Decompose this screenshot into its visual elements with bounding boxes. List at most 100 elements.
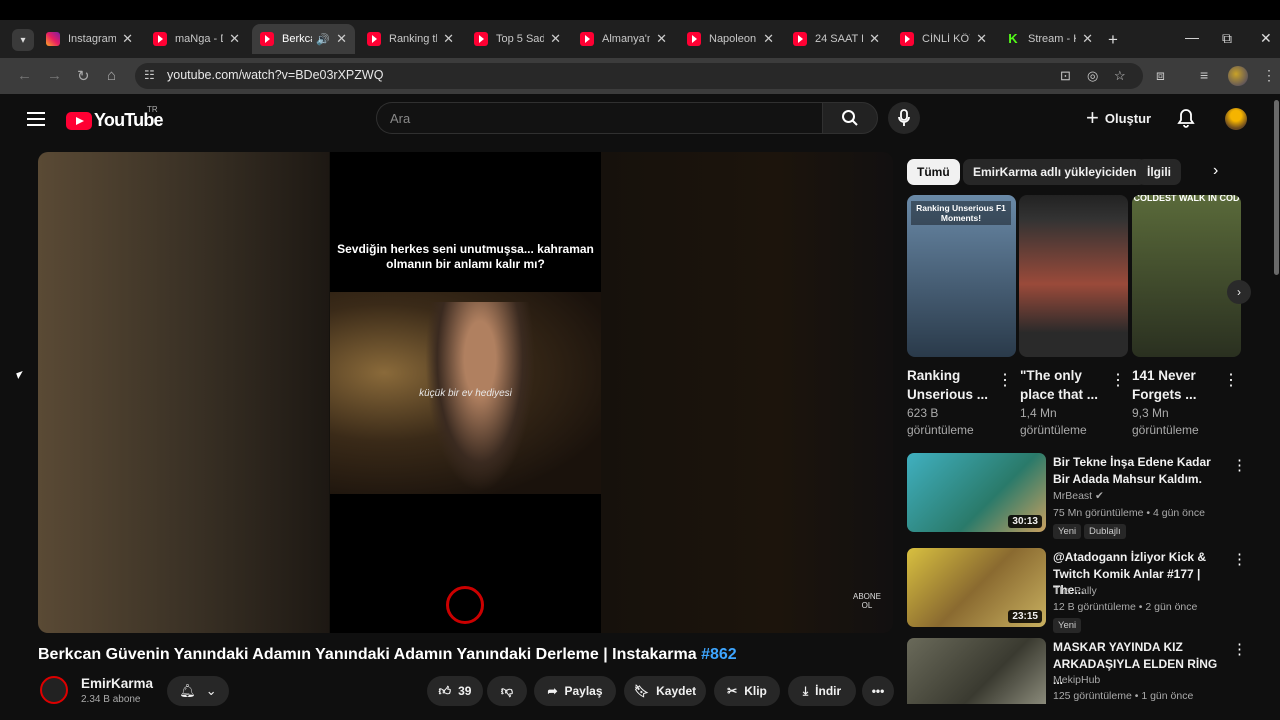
- search-button[interactable]: [822, 102, 878, 134]
- home-icon[interactable]: ⌂: [107, 67, 116, 84]
- eye-off-icon[interactable]: ◎: [1087, 68, 1098, 84]
- thumbs-up-icon: 👍︎: [438, 683, 452, 698]
- tab-instagram[interactable]: Instagram ✕: [38, 24, 141, 54]
- video-thumbnail[interactable]: 30:13: [907, 453, 1046, 532]
- media-control-icon[interactable]: ≡: [1200, 67, 1208, 83]
- video-channel[interactable]: MekipHub: [1053, 674, 1100, 686]
- close-icon[interactable]: ✕: [763, 31, 774, 47]
- forward-icon[interactable]: →: [47, 67, 62, 84]
- like-button[interactable]: 👍︎ 39: [427, 676, 483, 706]
- page-scrollbar[interactable]: [1274, 100, 1279, 275]
- tab-ranking[interactable]: Ranking th ✕: [359, 24, 462, 54]
- short-menu-icon[interactable]: ⋮: [1223, 370, 1239, 390]
- short-thumbnail[interactable]: COLDEST WALK IN COD: [1132, 195, 1241, 357]
- search-input[interactable]: Ara: [376, 102, 822, 134]
- bookmark-icon: 🔖︎: [633, 684, 650, 698]
- close-icon[interactable]: ✕: [976, 31, 987, 47]
- close-icon[interactable]: ✕: [656, 31, 667, 47]
- youtube-icon: [260, 32, 274, 46]
- minimize-icon[interactable]: —: [1185, 29, 1199, 45]
- menu-icon[interactable]: [27, 112, 45, 130]
- site-info-icon[interactable]: ☷: [144, 68, 155, 82]
- extensions-icon[interactable]: ⧈: [1156, 67, 1165, 84]
- speaker-icon[interactable]: 🔊: [316, 33, 330, 46]
- tab-berkcan[interactable]: Berkca 🔊 ✕: [252, 24, 355, 54]
- close-icon[interactable]: ✕: [229, 31, 240, 47]
- tab-almanya[interactable]: Almanya'n ✕: [572, 24, 675, 54]
- short-menu-icon[interactable]: ⋮: [1110, 370, 1126, 390]
- chrome-menu-icon[interactable]: ⋮: [1262, 67, 1276, 84]
- share-icon: ➦: [547, 684, 558, 698]
- bell-icon: 🔔︎: [179, 683, 196, 698]
- reload-icon[interactable]: ↻: [77, 67, 90, 85]
- chevron-right-icon[interactable]: ›: [1213, 162, 1218, 180]
- chip-related[interactable]: İlgili: [1137, 159, 1181, 185]
- microphone-icon: [898, 109, 910, 126]
- short-views: 1,4 Mn görüntüleme: [1020, 406, 1087, 437]
- shorts-next-arrow-icon[interactable]: ›: [1227, 280, 1251, 304]
- download-button[interactable]: ⤓ İndir: [788, 676, 856, 706]
- video-title-link[interactable]: Bir Tekne İnşa Edene Kadar Bir Adada Mah…: [1053, 454, 1223, 487]
- chip-from-uploader[interactable]: EmirKarma adlı yükleyiciden: [963, 159, 1147, 185]
- tab-24saat[interactable]: 24 SAAT D ✕: [785, 24, 888, 54]
- short-thumbnail[interactable]: Ranking Unserious F1 Moments!: [907, 195, 1016, 357]
- video-menu-icon[interactable]: ⋮: [1232, 456, 1247, 474]
- tab-napoleon[interactable]: Napoleon ✕: [679, 24, 782, 54]
- short-menu-icon[interactable]: ⋮: [997, 370, 1013, 390]
- short-title[interactable]: 141 Never Forgets ...: [1132, 366, 1222, 404]
- channel-avatar[interactable]: [40, 676, 68, 704]
- video-thumbnail[interactable]: [907, 638, 1046, 704]
- tab-search-button[interactable]: ▾: [12, 29, 34, 51]
- video-menu-icon[interactable]: ⋮: [1232, 640, 1247, 658]
- chip-all[interactable]: Tümü: [907, 159, 960, 185]
- account-avatar[interactable]: [1225, 108, 1247, 130]
- video-thumbnail[interactable]: 23:15: [907, 548, 1046, 627]
- video-channel[interactable]: MrBeast ✔: [1053, 490, 1104, 502]
- notifications-bell-icon[interactable]: [1177, 108, 1195, 133]
- create-button[interactable]: + Oluştur: [1086, 105, 1151, 130]
- short-thumbnail[interactable]: [1019, 195, 1128, 357]
- maximize-icon[interactable]: ⧉: [1222, 30, 1232, 47]
- new-tab-icon[interactable]: +: [1108, 30, 1118, 50]
- close-icon[interactable]: ✕: [869, 31, 880, 47]
- video-frame: Sevdiğin herkes seni unutmuşsa... kahram…: [330, 152, 601, 633]
- video-player[interactable]: Sevdiğin herkes seni unutmuşsa... kahram…: [38, 152, 893, 633]
- more-horizontal-icon: •••: [871, 684, 885, 698]
- tab-manga[interactable]: maNga - D ✕: [145, 24, 248, 54]
- close-icon[interactable]: ✕: [122, 31, 133, 47]
- dislike-button[interactable]: 👎︎: [487, 676, 527, 706]
- video-channel[interactable]: The Pally: [1053, 585, 1097, 597]
- close-icon[interactable]: ✕: [336, 31, 347, 47]
- subscribed-notifications-button[interactable]: 🔔︎ ⌄: [167, 676, 229, 706]
- short-title[interactable]: "The only place that ...: [1020, 366, 1110, 404]
- install-app-icon[interactable]: ⊡: [1060, 68, 1071, 84]
- share-button[interactable]: ➦ Paylaş: [534, 676, 616, 706]
- youtube-icon: [900, 32, 914, 46]
- video-meta: 125 görüntüleme • 1 gün önce: [1053, 690, 1194, 702]
- channel-name[interactable]: EmirKarma: [81, 676, 153, 691]
- more-actions-button[interactable]: •••: [862, 676, 894, 706]
- close-icon[interactable]: ✕: [1082, 31, 1093, 47]
- short-title[interactable]: Ranking Unserious ...: [907, 366, 997, 404]
- browser-profile-avatar[interactable]: [1228, 66, 1248, 86]
- verified-check-icon: ✔: [1095, 490, 1104, 502]
- address-bar[interactable]: ☷ youtube.com/watch?v=BDe03rXPZWQ ⊡ ◎ ☆: [135, 63, 1143, 89]
- tab-cinli[interactable]: CİNLİ KÖY ✕: [892, 24, 995, 54]
- tab-top5[interactable]: Top 5 Sadı ✕: [466, 24, 569, 54]
- subscribe-watermark[interactable]: ABONE OL: [850, 592, 884, 610]
- back-icon[interactable]: ←: [17, 67, 32, 84]
- clip-button[interactable]: ✂ Klip: [714, 676, 780, 706]
- address-toolbar: ← → ↻ ⌂ ☷ youtube.com/watch?v=BDe03rXPZW…: [0, 58, 1280, 94]
- save-button[interactable]: 🔖︎ Kaydet: [624, 676, 706, 706]
- hashtag-link[interactable]: #862: [701, 646, 737, 663]
- bookmark-star-icon[interactable]: ☆: [1114, 68, 1126, 84]
- youtube-icon: [474, 32, 488, 46]
- close-icon[interactable]: ✕: [443, 31, 454, 47]
- youtube-logo[interactable]: YouTube TR: [66, 105, 164, 131]
- video-menu-icon[interactable]: ⋮: [1232, 550, 1247, 568]
- window-close-icon[interactable]: ✕: [1260, 30, 1272, 47]
- voice-search-button[interactable]: [888, 102, 920, 134]
- plus-icon: +: [1086, 105, 1099, 130]
- close-icon[interactable]: ✕: [550, 31, 561, 47]
- tab-stream-kick[interactable]: K Stream - K ✕: [998, 24, 1101, 54]
